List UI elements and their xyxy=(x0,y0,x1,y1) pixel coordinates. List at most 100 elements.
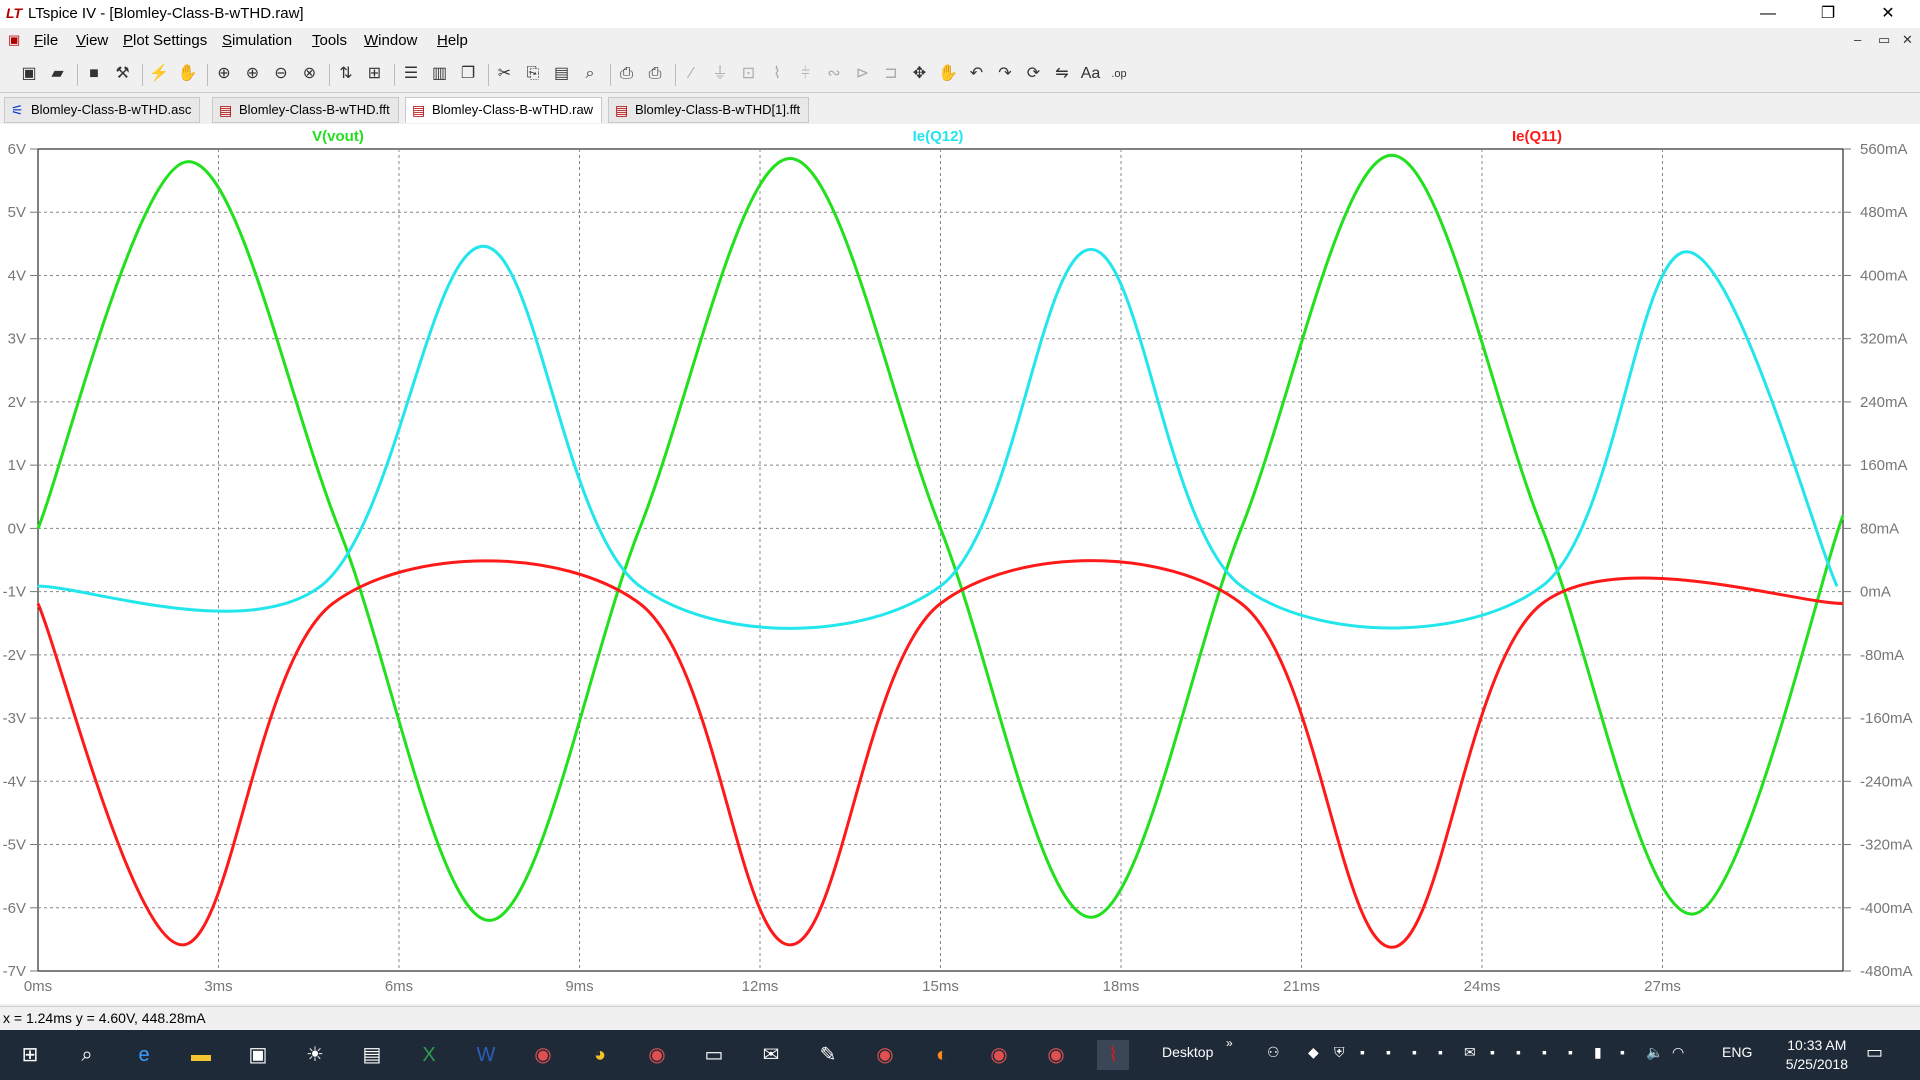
autorange-icon[interactable]: ⇅ xyxy=(335,64,357,84)
capacitor-icon[interactable]: ⫩ xyxy=(795,64,817,84)
waveform-plot-pane[interactable]: 0ms 3ms 6ms 9ms 12ms 15ms 18ms 21ms 24ms 27ms 6V 5V… xyxy=(0,124,1920,1004)
menu-help[interactable]: Help xyxy=(437,32,468,49)
menu-file[interactable]: File xyxy=(34,32,58,49)
action-center-icon[interactable]: ▭ xyxy=(1866,1042,1883,1063)
tab-fft-1[interactable]: ▤ Blomley-Class-B-wTHD[1].fft xyxy=(608,97,810,123)
app-icon[interactable]: ▪ xyxy=(1568,1044,1573,1060)
text-icon[interactable]: Aa xyxy=(1080,64,1102,84)
menu-window[interactable]: Window xyxy=(364,32,417,49)
defender-icon[interactable]: ⛨ xyxy=(1334,1044,1345,1061)
paste-icon[interactable]: ▤ xyxy=(551,64,573,84)
app-icon[interactable]: ▪ xyxy=(1516,1044,1521,1060)
firefox-icon[interactable]: ◐ xyxy=(926,1040,958,1070)
people-icon[interactable]: ⚇ xyxy=(1267,1044,1280,1061)
battery-icon[interactable]: ▮ xyxy=(1594,1044,1602,1061)
weather-icon[interactable]: ☀ xyxy=(299,1040,331,1070)
new-schematic-icon[interactable]: ▣ xyxy=(18,64,40,84)
halt-icon[interactable]: ✋ xyxy=(177,64,199,84)
minimize-button[interactable]: — xyxy=(1740,0,1796,28)
inductor-icon[interactable]: ∾ xyxy=(823,64,845,84)
cut-icon[interactable]: ✂ xyxy=(494,64,516,84)
tab-fft[interactable]: ▤ Blomley-Class-B-wTHD.fft xyxy=(212,97,399,123)
app-icon[interactable]: ▪ xyxy=(1438,1044,1443,1060)
menu-simulation[interactable]: Simulation xyxy=(222,32,292,49)
zoom-out-icon[interactable]: ⊖ xyxy=(270,64,292,84)
legend-label[interactable]: V(vout) xyxy=(312,128,364,145)
store-icon[interactable]: ▣ xyxy=(242,1040,274,1070)
wifi-icon[interactable]: ◠ xyxy=(1672,1044,1684,1061)
zoom-in-icon[interactable]: ⊕ xyxy=(213,64,235,84)
rotate-icon[interactable]: ⟳ xyxy=(1023,64,1045,84)
save-icon[interactable]: ■ xyxy=(83,64,105,84)
zoom-fit-icon[interactable]: ⊗ xyxy=(299,64,321,84)
file-explorer-icon[interactable]: ▬ xyxy=(185,1040,217,1070)
taskbar-desktop-label[interactable]: Desktop xyxy=(1162,1044,1213,1060)
print-icon[interactable]: ⎙ xyxy=(644,64,666,84)
tile-vertical-icon[interactable]: ▥ xyxy=(429,64,451,84)
restore-button[interactable]: ❐ xyxy=(1800,0,1856,28)
open-icon[interactable]: ▰ xyxy=(47,64,69,84)
mdi-close-button[interactable]: ✕ xyxy=(1902,32,1913,48)
waveform-chart[interactable]: 0ms 3ms 6ms 9ms 12ms 15ms 18ms 21ms 24ms 27ms 6V 5V… xyxy=(0,124,1920,1004)
ltspice-icon[interactable]: ⌇ xyxy=(1097,1040,1129,1070)
wire-icon[interactable]: ∕ xyxy=(681,64,703,84)
label-icon[interactable]: ⊡ xyxy=(738,64,760,84)
excel-icon[interactable]: X xyxy=(413,1040,445,1070)
waveform-doc-icon[interactable]: ▣ xyxy=(8,32,20,48)
resistor-icon[interactable]: ⌇ xyxy=(766,64,788,84)
menu-view[interactable]: View xyxy=(76,32,108,49)
mdi-restore-button[interactable]: ▭ xyxy=(1878,32,1890,48)
chevron-right-icon[interactable]: » xyxy=(1226,1036,1233,1050)
paint-icon[interactable]: ✎ xyxy=(812,1040,844,1070)
remote-desktop-icon[interactable]: ▭ xyxy=(698,1040,730,1070)
component-icon[interactable]: ⊐ xyxy=(880,64,902,84)
control-panel-icon[interactable]: ⚒ xyxy=(112,64,134,84)
windows-start-icon[interactable]: ⊞ xyxy=(14,1040,46,1070)
app-icon[interactable]: ◉ xyxy=(527,1040,559,1070)
network-icon[interactable]: ◆ xyxy=(1308,1044,1319,1061)
menu-tools[interactable]: Tools xyxy=(312,32,347,49)
app-icon[interactable]: ◉ xyxy=(869,1040,901,1070)
copy-icon[interactable]: ⎘ xyxy=(522,64,544,84)
chrome-icon[interactable]: ◕ xyxy=(584,1040,616,1070)
app-icon[interactable]: ◉ xyxy=(1040,1040,1072,1070)
close-button[interactable]: ✕ xyxy=(1860,0,1916,28)
run-icon[interactable]: ⚡ xyxy=(148,64,170,84)
app-icon[interactable]: ▪ xyxy=(1412,1044,1417,1060)
drag-icon[interactable]: ✋ xyxy=(937,64,959,84)
print-setup-icon[interactable]: ⎙ xyxy=(616,64,638,84)
legend-label[interactable]: Ie(Q11) xyxy=(1512,128,1562,145)
volume-icon[interactable]: 🔈 xyxy=(1646,1044,1663,1061)
plot-pane-icon[interactable]: ⊞ xyxy=(364,64,386,84)
tile-horizontal-icon[interactable]: ☰ xyxy=(400,64,422,84)
ground-icon[interactable]: ⏚ xyxy=(709,64,731,84)
app-icon[interactable]: ▪ xyxy=(1490,1044,1495,1060)
legend-label[interactable]: Ie(Q12) xyxy=(913,128,964,145)
move-icon[interactable]: ✥ xyxy=(909,64,931,84)
taskbar-clock[interactable]: 10:33 AM 5/25/2018 xyxy=(1786,1036,1848,1074)
mdi-minimize-button[interactable]: – xyxy=(1854,32,1861,47)
app-icon[interactable]: ◉ xyxy=(641,1040,673,1070)
edge-icon[interactable]: e xyxy=(128,1040,160,1070)
mirror-icon[interactable]: ⇋ xyxy=(1051,64,1073,84)
menu-plot-settings[interactable]: Plot Settings xyxy=(123,32,207,49)
app-icon[interactable]: ▪ xyxy=(1542,1044,1547,1060)
app-icon[interactable]: ▪ xyxy=(1360,1044,1365,1060)
zoom-in-icon[interactable]: ⊕ xyxy=(242,64,264,84)
mail-icon[interactable]: ✉ xyxy=(755,1040,787,1070)
spice-directive-icon[interactable]: .op xyxy=(1108,64,1130,84)
search-icon[interactable]: ⌕ xyxy=(71,1040,103,1070)
word-icon[interactable]: W xyxy=(470,1040,502,1070)
tab-raw[interactable]: ▤ Blomley-Class-B-wTHD.raw xyxy=(405,97,603,123)
notepad-icon[interactable]: ▤ xyxy=(356,1040,388,1070)
undo-icon[interactable]: ↶ xyxy=(966,64,988,84)
app-icon[interactable]: ◉ xyxy=(983,1040,1015,1070)
tab-asc[interactable]: ⚟ Blomley-Class-B-wTHD.asc xyxy=(4,97,201,123)
app-icon[interactable]: ▪ xyxy=(1620,1044,1625,1060)
redo-icon[interactable]: ↷ xyxy=(994,64,1016,84)
app-icon[interactable]: ▪ xyxy=(1386,1044,1391,1060)
diode-icon[interactable]: ⊳ xyxy=(852,64,874,84)
find-icon[interactable]: ⌕ xyxy=(579,64,601,84)
taskbar-language[interactable]: ENG xyxy=(1722,1044,1752,1060)
cascade-icon[interactable]: ❐ xyxy=(457,64,479,84)
